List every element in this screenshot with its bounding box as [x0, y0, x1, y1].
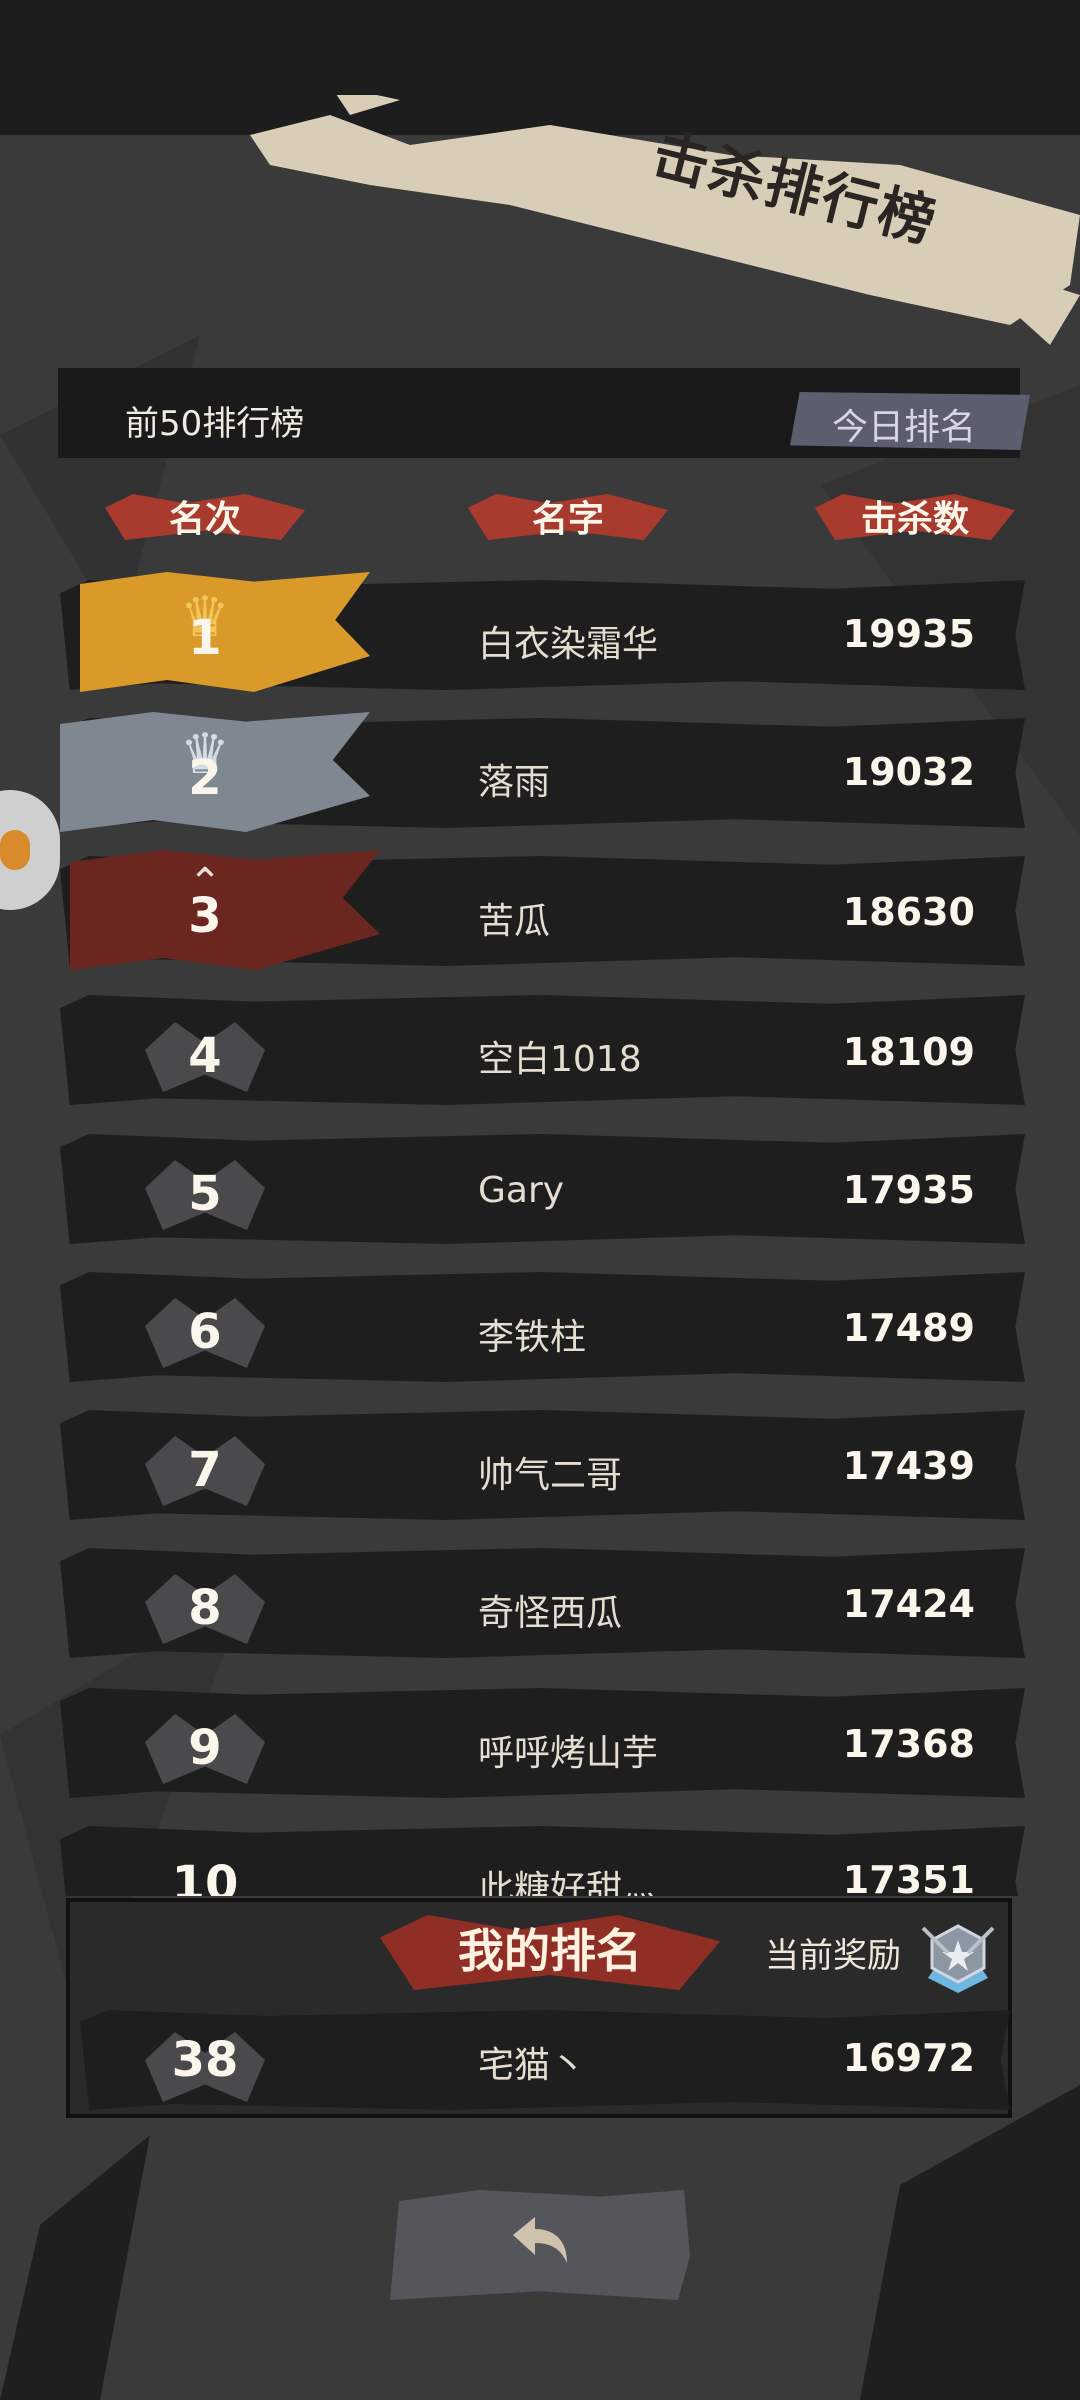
back-arrow-icon[interactable] [505, 2205, 575, 2275]
kill-count: 17368 [842, 1722, 975, 1766]
rank-number: 7 [188, 1442, 222, 1498]
rank-number: 5 [188, 1166, 222, 1222]
player-name: 空白1018 [478, 1039, 642, 1080]
player-name: 帅气二哥 [478, 1455, 623, 1496]
my-rank-header: 我的排名 [458, 1924, 642, 1978]
player-name: 李铁柱 [478, 1317, 587, 1358]
kill-count: 17351 [842, 1858, 975, 1896]
kill-count: 18109 [842, 1030, 975, 1074]
kill-count: 18630 [842, 890, 975, 934]
kill-count: 17439 [842, 1444, 975, 1488]
rank-number: 10 [171, 1856, 239, 1896]
rank-number: 4 [188, 1028, 222, 1084]
player-name: 呼呼烤山芋 [478, 1733, 659, 1774]
player-name: 奇怪西瓜 [478, 1593, 623, 1634]
leaderboard-row-partial[interactable]: 10 此糖好甜灬 17351 [60, 1826, 1025, 1896]
kill-count: 17424 [842, 1582, 975, 1626]
player-name: 此糖好甜灬 [478, 1869, 659, 1896]
side-floating-icon [0, 830, 30, 870]
rank-number: 1 [188, 610, 222, 666]
kills-column-header: 击杀数 [860, 499, 969, 540]
my-rank-number: 38 [171, 2032, 239, 2088]
kill-count: 19032 [842, 750, 975, 794]
my-kill-count: 16972 [842, 2036, 975, 2080]
tab-today-label[interactable]: 今日排名 [832, 398, 976, 450]
kill-count: 17489 [842, 1306, 975, 1350]
reward-badge-icon[interactable] [918, 1918, 998, 1998]
player-name: 落雨 [478, 762, 551, 803]
player-name: Gary [478, 1170, 565, 1211]
tab-top50[interactable]: 前50排行榜 [125, 396, 304, 445]
rank-number: 2 [188, 750, 222, 806]
rank-number: 9 [188, 1720, 222, 1776]
rank-number: 3 [188, 888, 222, 944]
kill-count: 17935 [842, 1168, 975, 1212]
rank-number: 8 [188, 1580, 222, 1636]
rank-column-header: 名次 [168, 499, 241, 540]
my-player-name: 宅猫丶 [478, 2045, 587, 2086]
name-column-header: 名字 [531, 499, 604, 540]
rank-number: 6 [188, 1304, 222, 1360]
current-reward-label[interactable]: 当前奖励 [765, 1928, 901, 1977]
player-name: 苦瓜 [478, 901, 551, 942]
kill-count: 19935 [842, 612, 975, 656]
player-name: 白衣染霜华 [478, 624, 659, 665]
